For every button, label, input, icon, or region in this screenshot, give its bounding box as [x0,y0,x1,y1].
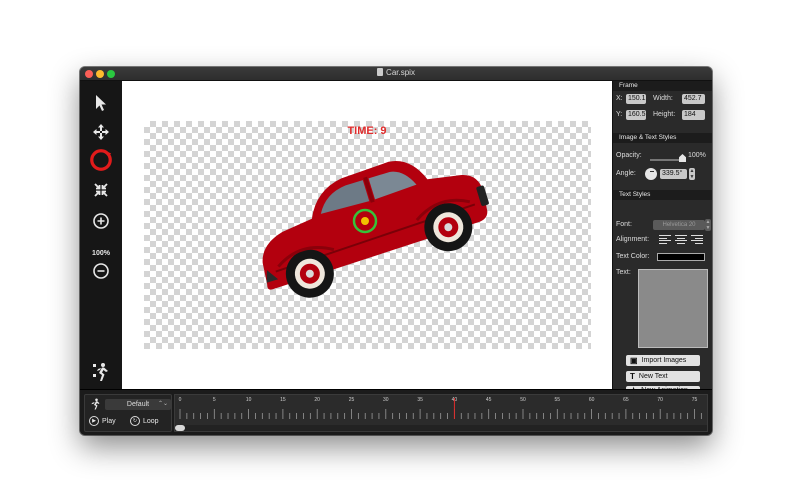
running-figure-icon [91,398,100,410]
text-color-well[interactable] [657,253,705,261]
image-icon: ▣ [630,356,638,365]
document-icon [377,68,384,76]
animation-controls: Default ⌃⌄ ▶ Play ↻ Loop [84,394,172,432]
x-field[interactable]: 150.1 [626,94,646,104]
align-left-button[interactable] [659,235,671,244]
loop-icon: ↻ [130,416,140,426]
select-tool-button[interactable] [89,91,113,115]
opacity-slider-knob[interactable] [679,154,686,162]
new-text-button[interactable]: T New Text [626,371,700,382]
inspector-panel: Frame X: 150.1 Width: 452.7 Y: 160.5 Hei… [612,81,712,396]
font-field[interactable]: Helvetica 20 [653,220,705,230]
window-title-text: Car.spix [386,68,415,77]
zoom-out-icon [93,263,109,279]
move-tool-button[interactable] [89,120,113,144]
opacity-slider-track[interactable] [650,159,680,161]
timeline-ruler[interactable] [175,395,707,425]
width-label: Width: [653,95,673,102]
car-image[interactable] [237,143,497,303]
height-field[interactable]: 184 [682,110,705,120]
timeline[interactable]: 051015202530354045505560657075 [174,394,708,432]
timeline-scroll-thumb[interactable] [175,425,185,431]
import-images-button[interactable]: ▣ Import Images [626,355,700,366]
align-center-button[interactable] [675,235,687,244]
frame-section-heading: Frame [613,81,712,91]
font-label: Font: [616,221,632,228]
canvas-area[interactable]: TIME: 9 [122,81,612,389]
image-text-styles-heading: Image & Text Styles [613,133,712,143]
animation-select[interactable]: Default ⌃⌄ [105,399,171,410]
play-button[interactable]: ▶ Play [89,416,116,426]
x-label: X: [616,95,623,102]
import-images-label: Import Images [641,357,687,364]
shrink-arrows-icon [94,183,108,197]
text-color-label: Text Color: [616,253,650,260]
character-animation-button[interactable] [89,360,113,384]
timeline-scroll-track[interactable] [175,425,707,431]
time-label: TIME: 9 [347,125,387,137]
character-animation-icon [93,363,108,381]
angle-field[interactable]: 339.5° [660,169,687,179]
zoom-level-label: 100% [92,250,110,257]
zoom-out-button[interactable] [89,259,113,283]
text-input-area[interactable] [638,269,708,348]
bottom-bar: Default ⌃⌄ ▶Play ↻Loop 051015202530354045… [80,389,712,435]
scale-tool-button[interactable] [89,178,113,202]
play-label: Play [102,417,116,425]
play-icon: ▶ [89,416,99,426]
text-t-icon: T [630,372,635,381]
align-right-button[interactable] [691,235,703,244]
zoom-in-icon [93,213,109,229]
move-arrows-icon [93,124,109,140]
font-stepper[interactable]: ▲ ▼ [705,219,711,231]
rotate-ring-icon [90,149,112,171]
title-bar: Car.spix [80,67,712,81]
height-label: Height: [653,111,676,118]
text-styles-heading: Text Styles [613,190,712,200]
y-label: Y: [616,111,623,118]
rotate-tool-button[interactable] [89,148,113,172]
new-text-label: New Text [638,373,668,380]
text-label: Text: [616,269,631,276]
loop-toggle[interactable]: ↻ Loop [130,416,159,426]
app-window: Car.spix 100% TIME: 9 Frame X: 150.1 Wid… [80,67,712,435]
opacity-label: Opacity: [616,152,642,159]
alignment-label: Alignment: [616,236,650,243]
left-toolbar: 100% [80,81,122,389]
y-field[interactable]: 160.5 [626,110,646,120]
select-arrow-icon [96,95,106,111]
loop-label: Loop [143,417,159,425]
animation-select-value: Default [126,401,150,408]
zoom-in-button[interactable] [89,209,113,233]
select-arrows-icon: ⌃⌄ [157,401,168,407]
opacity-value: 100% [688,152,706,159]
angle-dial[interactable] [645,168,657,180]
window-title: Car.spix [80,68,712,77]
width-field[interactable]: 452.7 [682,94,705,104]
angle-label: Angle: [616,170,636,177]
angle-stepper[interactable]: ▲ ▼ [689,168,695,180]
